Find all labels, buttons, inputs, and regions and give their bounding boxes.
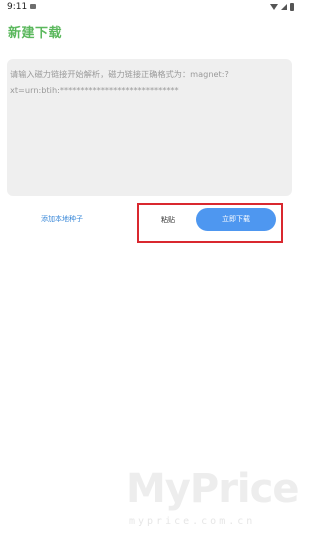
signal-icon bbox=[281, 4, 287, 10]
paste-button[interactable]: 粘贴 bbox=[156, 214, 180, 226]
wifi-icon bbox=[270, 4, 278, 10]
watermark: MyPrice myprice.com.cn bbox=[126, 460, 299, 530]
status-bar: 9:11 bbox=[0, 0, 300, 14]
status-icons bbox=[270, 2, 294, 12]
download-now-button[interactable]: 立即下载 bbox=[196, 208, 276, 231]
battery-icon bbox=[290, 3, 294, 11]
magnet-link-input[interactable] bbox=[7, 59, 292, 196]
watermark-url: myprice.com.cn bbox=[129, 516, 256, 527]
status-time: 9:11 bbox=[7, 2, 28, 12]
notification-icon bbox=[30, 4, 36, 9]
page-title: 新建下载 bbox=[8, 26, 63, 41]
add-local-torrent-link[interactable]: 添加本地种子 bbox=[41, 214, 83, 224]
watermark-logo: MyPrice bbox=[126, 466, 299, 512]
